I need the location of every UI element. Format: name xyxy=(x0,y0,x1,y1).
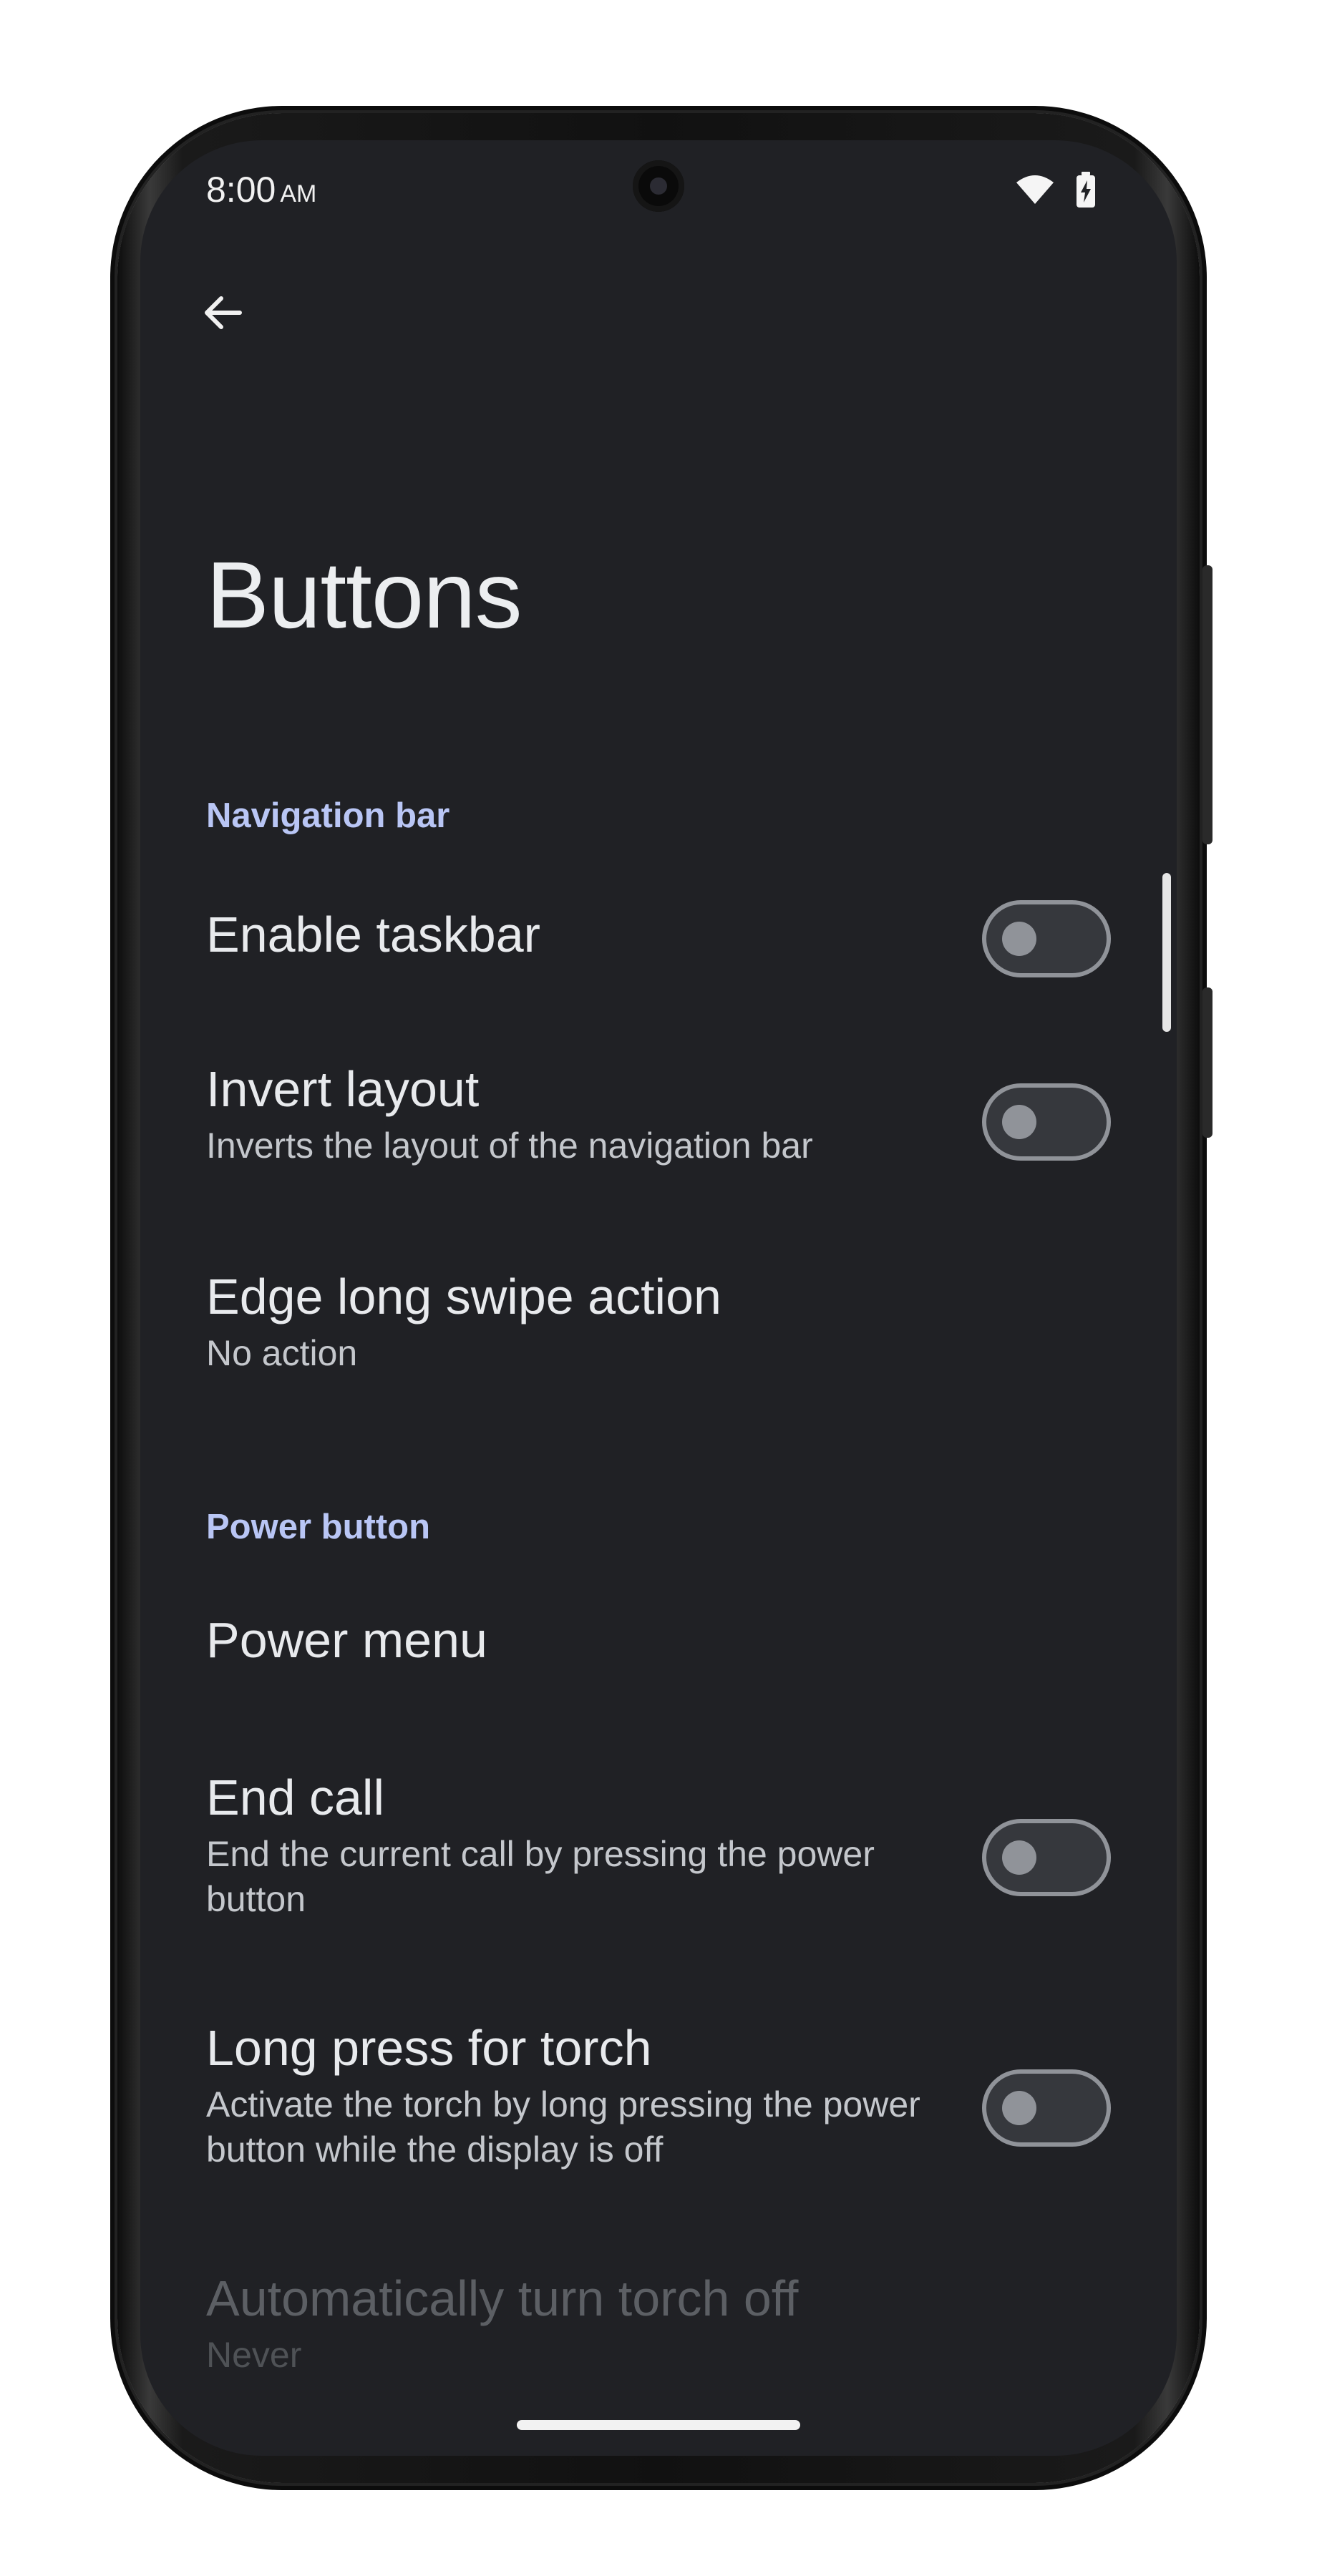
scrollbar[interactable] xyxy=(1162,873,1171,1032)
pref-summary: End the current call by pressing the pow… xyxy=(206,1834,875,1919)
pref-title: Invert layout xyxy=(206,1061,480,1117)
front-camera xyxy=(633,160,684,212)
status-icons xyxy=(1015,172,1097,208)
pref-title: Long press for torch xyxy=(206,2020,652,2076)
status-time: 8:00 xyxy=(206,170,276,210)
pref-end-call[interactable]: End call End the current call by pressin… xyxy=(206,1767,1111,1921)
wifi-icon xyxy=(1016,175,1054,204)
pref-summary: Never xyxy=(206,2335,302,2375)
pref-power-menu[interactable]: Power menu xyxy=(206,1610,1111,1670)
switch-thumb xyxy=(1002,2091,1036,2125)
volume-side-button xyxy=(1202,987,1212,1138)
screen: 8:00 AM Buttons Navigation bar Enable tas… xyxy=(140,140,1177,2456)
status-clock: 8:00 AM xyxy=(206,169,316,210)
pref-summary: No action xyxy=(206,1333,358,1373)
section-header-navigation-bar: Navigation bar xyxy=(206,796,450,835)
switch-thumb xyxy=(1002,1105,1036,1139)
pref-long-press-for-torch[interactable]: Long press for torch Activate the torch … xyxy=(206,2018,1111,2172)
pref-auto-torch-off: Automatically turn torch off Never xyxy=(206,2268,1111,2378)
switch-thumb xyxy=(1002,1840,1036,1875)
pref-title: Power menu xyxy=(206,1612,487,1668)
enable-taskbar-switch[interactable] xyxy=(982,900,1111,977)
status-ampm: AM xyxy=(280,180,317,208)
switch-thumb xyxy=(1002,922,1036,956)
home-indicator[interactable] xyxy=(517,2420,800,2430)
invert-layout-switch[interactable] xyxy=(982,1083,1111,1161)
long-press-torch-switch[interactable] xyxy=(982,2069,1111,2147)
back-button[interactable] xyxy=(190,280,255,345)
pref-summary: Activate the torch by long pressing the … xyxy=(206,2084,920,2170)
pref-invert-layout[interactable]: Invert layout Inverts the layout of the … xyxy=(206,1059,1111,1169)
page-title: Buttons xyxy=(206,542,523,648)
pref-edge-long-swipe-action[interactable]: Edge long swipe action No action xyxy=(206,1267,1111,1376)
section-header-power-button: Power button xyxy=(206,1508,431,1546)
power-side-button xyxy=(1202,565,1212,844)
pref-title: Automatically turn torch off xyxy=(206,2270,799,2326)
pref-summary: Inverts the layout of the navigation bar xyxy=(206,1126,813,1166)
pref-title: Enable taskbar xyxy=(206,907,540,962)
pref-title: End call xyxy=(206,1770,385,1825)
battery-charging-icon xyxy=(1077,172,1095,208)
pref-title: Edge long swipe action xyxy=(206,1269,721,1324)
end-call-switch[interactable] xyxy=(982,1819,1111,1896)
arrow-back-icon xyxy=(205,296,242,329)
pref-enable-taskbar[interactable]: Enable taskbar xyxy=(206,904,1111,965)
